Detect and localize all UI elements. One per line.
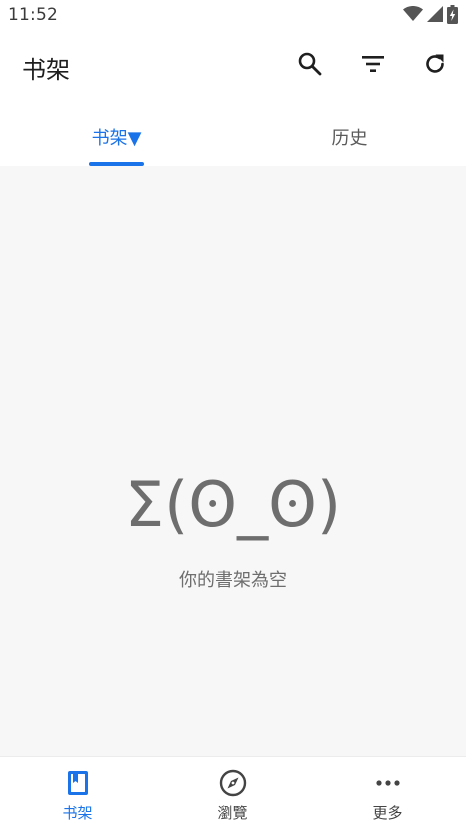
app-title: 书架 (22, 56, 70, 84)
nav-item-browse[interactable]: 瀏覽 (155, 757, 310, 831)
nav-item-more[interactable]: 更多 (310, 757, 465, 831)
search-icon (297, 51, 323, 81)
book-icon (64, 769, 92, 797)
filter-button[interactable] (355, 48, 391, 84)
cell-signal-icon (427, 6, 443, 26)
status-icons (403, 4, 458, 28)
refresh-icon (422, 51, 448, 81)
status-bar: 11:52 (0, 0, 466, 32)
empty-message: 你的書架為空 (179, 570, 287, 591)
compass-icon (219, 769, 247, 797)
more-horizontal-icon (374, 769, 402, 797)
tab-bar: 书架▼ 历史 (0, 102, 466, 166)
bookshelf-content: Σ(ʘ_ʘ) 你的書架為空 (0, 166, 466, 756)
empty-emoticon: Σ(ʘ_ʘ) (124, 468, 342, 541)
tab-bookshelf[interactable]: 书架▼ (0, 102, 233, 166)
wifi-icon (403, 5, 423, 26)
nav-item-browse-label: 瀏覽 (217, 804, 248, 822)
battery-charging-icon (447, 4, 458, 28)
nav-item-more-label: 更多 (372, 804, 403, 822)
nav-item-bookshelf[interactable]: 书架 (0, 757, 155, 831)
app-bar: 书架 (0, 32, 466, 102)
search-button[interactable] (292, 48, 328, 84)
bottom-navigation: 书架 瀏覽 更多 (0, 756, 466, 830)
status-time: 11:52 (8, 5, 58, 25)
filter-icon (360, 51, 386, 81)
tab-history-label: 历史 (331, 128, 368, 149)
refresh-button[interactable] (417, 48, 453, 84)
nav-item-bookshelf-label: 书架 (62, 804, 93, 822)
tab-bookshelf-label: 书架▼ (91, 128, 142, 149)
tab-history[interactable]: 历史 (233, 102, 466, 166)
